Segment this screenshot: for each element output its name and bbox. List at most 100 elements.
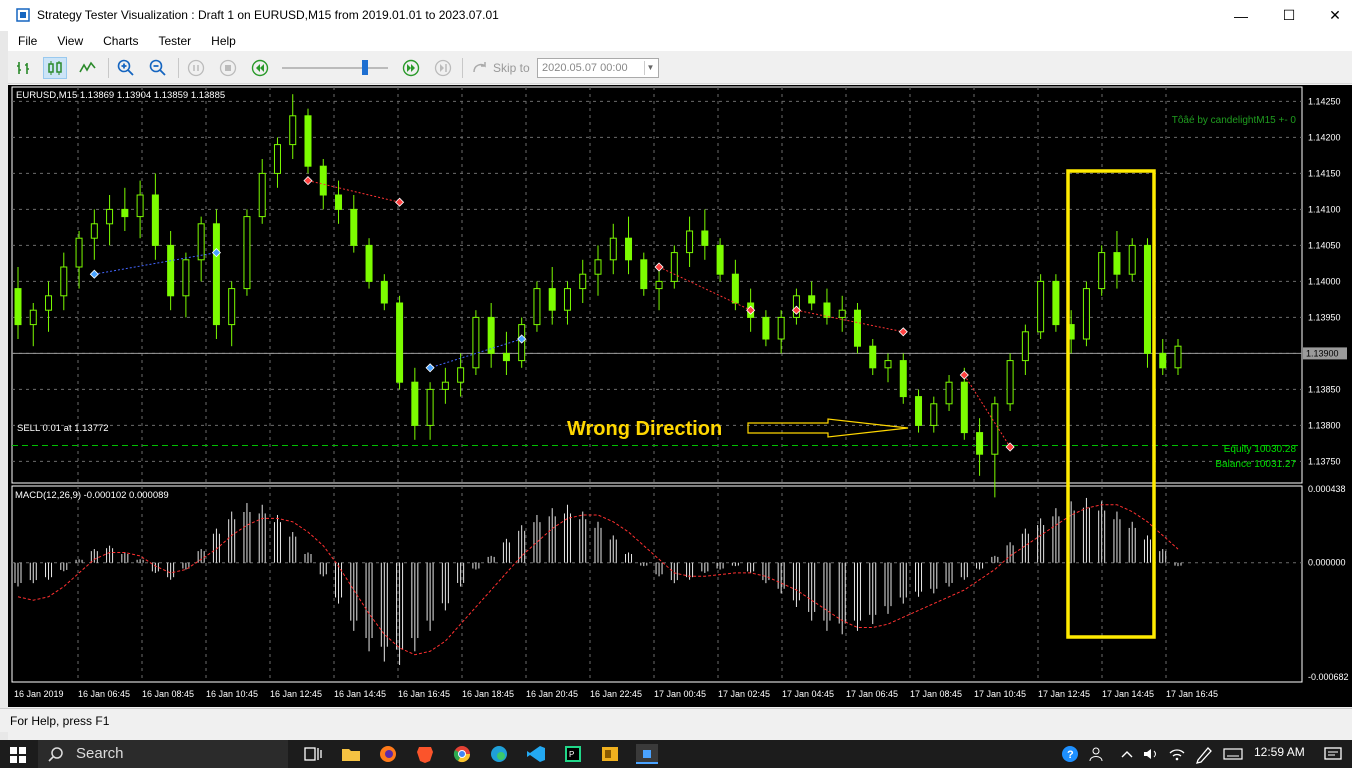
skip-to-date-field[interactable]: 2020.05.07 00:00 ▼	[537, 58, 659, 78]
time-tick-label: 16 Jan 20:45	[526, 689, 578, 699]
menu-help[interactable]: Help	[201, 34, 246, 48]
time-tick-label: 16 Jan 12:45	[270, 689, 322, 699]
pen-icon[interactable]	[1193, 744, 1215, 764]
speed-slider-track[interactable]	[282, 67, 388, 69]
brave-icon[interactable]	[414, 744, 436, 764]
file-explorer-icon[interactable]	[340, 744, 362, 764]
metatrader-app-icon	[16, 8, 30, 22]
time-tick-label: 17 Jan 10:45	[974, 689, 1026, 699]
slow-down-button[interactable]	[248, 57, 272, 79]
speed-slider-thumb[interactable]	[362, 60, 368, 75]
chart-area[interactable]: 1.14250 1.14200 1.14150 1.14100 1.14050 1.140…	[8, 85, 1352, 707]
bull-candle	[182, 259, 190, 297]
bear-candle	[762, 316, 770, 340]
bull-candle	[258, 172, 266, 218]
dropdown-arrow-icon[interactable]: ▼	[644, 61, 656, 75]
stop-icon	[219, 59, 237, 77]
line-chart-button[interactable]	[76, 57, 100, 79]
candlestick-button[interactable]	[43, 57, 67, 79]
bull-candle	[106, 208, 114, 225]
bear-candle	[1143, 244, 1151, 354]
menu-tester[interactable]: Tester	[148, 34, 201, 48]
trade-marker	[425, 363, 435, 373]
time-tick-label: 16 Jan 18:45	[462, 689, 514, 699]
pycharm-icon[interactable]: P	[562, 744, 584, 764]
equity-label: Equity 10030.28	[1224, 444, 1297, 455]
bull-candle	[594, 259, 602, 275]
metaeditor-icon[interactable]	[599, 744, 621, 764]
price-tick-label: 1.14200	[1308, 132, 1341, 142]
time-tick-label: 16 Jan 16:45	[398, 689, 450, 699]
bull-candle	[228, 288, 236, 326]
vscode-icon[interactable]	[525, 744, 547, 764]
firefox-icon[interactable]	[377, 744, 399, 764]
bear-candle	[350, 208, 358, 246]
bear-candle	[869, 345, 877, 369]
people-icon[interactable]	[1087, 744, 1109, 764]
rewind-icon	[251, 59, 269, 77]
taskbar-search-box[interactable]: Search	[38, 740, 288, 768]
bull-candle	[1082, 288, 1090, 340]
menu-file[interactable]: File	[8, 34, 47, 48]
macd-tick-label: 0.000000	[1308, 558, 1346, 568]
edge-icon[interactable]	[488, 744, 510, 764]
close-button[interactable]: ✕	[1312, 0, 1352, 31]
bull-candle	[75, 237, 83, 268]
pause-button[interactable]	[184, 57, 208, 79]
chevron-up-icon[interactable]	[1116, 744, 1138, 764]
time-tick-label: 17 Jan 06:45	[846, 689, 898, 699]
bear-candle	[167, 244, 175, 297]
price-chart[interactable]: 1.14250 1.14200 1.14150 1.14100 1.14050 1.140…	[8, 85, 1352, 707]
keyboard-icon[interactable]	[1222, 744, 1244, 764]
time-tick-label: 17 Jan 12:45	[1038, 689, 1090, 699]
stop-button[interactable]	[216, 57, 240, 79]
bull-candle	[457, 367, 465, 383]
bull-candle	[426, 388, 434, 426]
bear-candle	[304, 115, 312, 167]
zoom-in-icon	[117, 59, 134, 76]
skip-end-button[interactable]	[431, 57, 455, 79]
windows-start-icon[interactable]	[10, 747, 26, 763]
bull-candle	[1006, 360, 1014, 405]
bar-chart-button[interactable]	[12, 57, 36, 79]
speed-up-button[interactable]	[399, 57, 423, 79]
minimize-button[interactable]: —	[1218, 0, 1264, 31]
bull-candle	[441, 381, 449, 390]
bear-candle	[411, 381, 419, 426]
price-tick-label: 1.14100	[1308, 204, 1341, 214]
metatrader-taskbar-icon[interactable]	[636, 744, 658, 764]
trade-marker	[89, 269, 99, 279]
maximize-button[interactable]: ☐	[1266, 0, 1312, 31]
help-icon[interactable]: ?	[1059, 744, 1081, 764]
zoom-out-button[interactable]	[146, 57, 170, 79]
bull-candle	[1098, 252, 1106, 290]
bull-candle	[563, 288, 571, 311]
bull-candle	[579, 273, 587, 290]
menu-charts[interactable]: Charts	[93, 34, 148, 48]
bear-candle	[396, 302, 404, 383]
bull-candle	[472, 316, 480, 369]
bear-candle	[701, 230, 709, 246]
bear-candle	[625, 237, 633, 261]
notifications-icon[interactable]	[1322, 744, 1344, 764]
time-tick-label: 16 Jan 2019	[14, 689, 64, 699]
price-tick-label: 1.14050	[1308, 240, 1341, 250]
wifi-icon[interactable]	[1166, 744, 1188, 764]
bull-candle	[45, 295, 53, 311]
volume-icon[interactable]	[1140, 744, 1162, 764]
bull-candle	[991, 403, 999, 455]
window-title: Strategy Tester Visualization : Draft 1 …	[37, 8, 499, 22]
chart-drawing-layer: 1.14250 1.14200 1.14150 1.14100 1.14050 1.140…	[11, 86, 1349, 699]
bull-candle	[243, 216, 251, 290]
skip-to-button[interactable]	[468, 57, 492, 79]
bull-candle	[670, 252, 678, 282]
chrome-icon[interactable]	[451, 744, 473, 764]
price-tick-label: 1.14150	[1308, 168, 1341, 178]
zoom-in-button[interactable]	[114, 57, 138, 79]
trade-marker	[898, 327, 908, 337]
bear-candle	[1052, 280, 1060, 326]
task-view-icon[interactable]	[302, 744, 324, 764]
menu-view[interactable]: View	[47, 34, 93, 48]
bull-candle	[655, 280, 663, 290]
menu-bar: File View Charts Tester Help	[8, 31, 1352, 51]
